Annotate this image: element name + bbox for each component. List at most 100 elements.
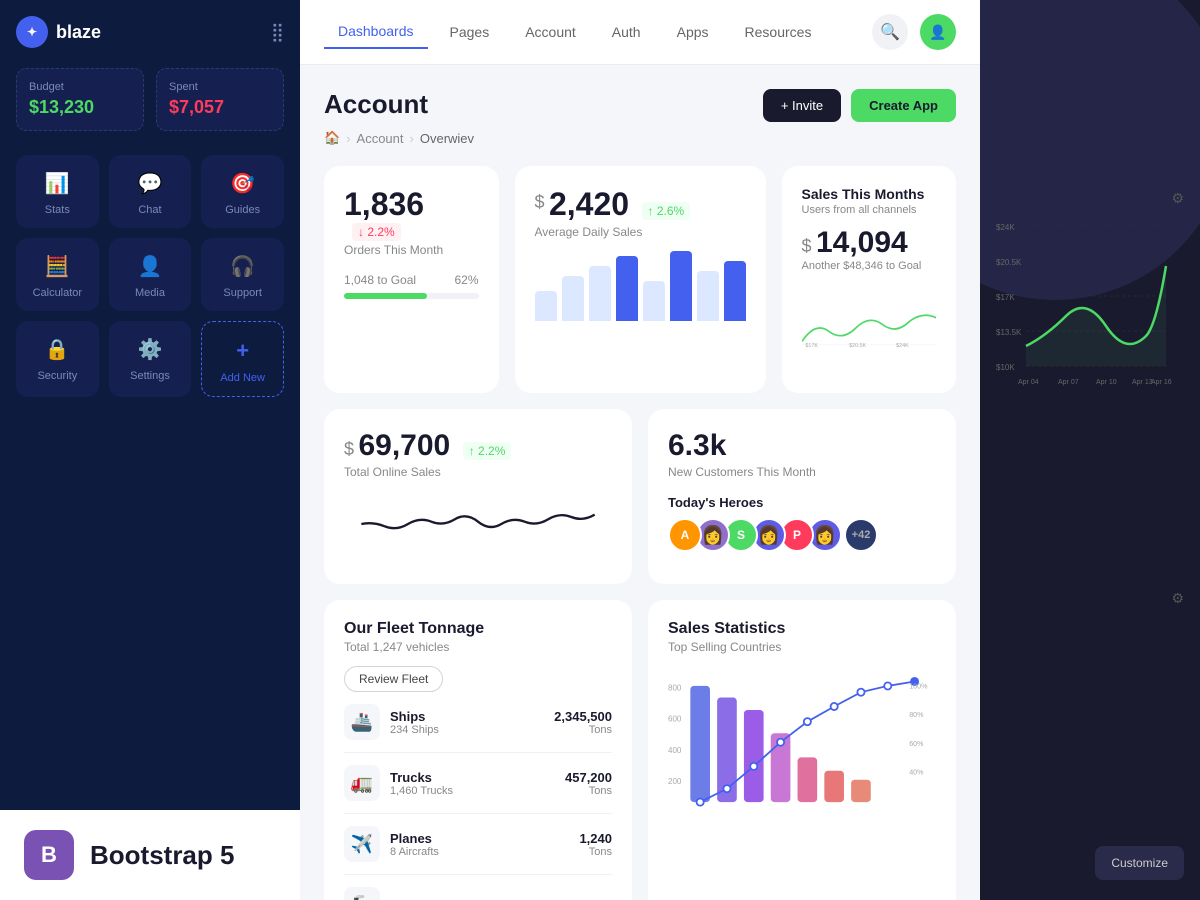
fleet-trucks: 🚛 Trucks 1,460 Trucks 457,200 Tons [344, 753, 612, 814]
user-avatar[interactable]: 👤 [920, 14, 956, 50]
nav-resources[interactable]: Resources [731, 16, 826, 48]
online-sales-value: 69,700 [358, 429, 450, 462]
bar-8 [724, 261, 746, 321]
sales-stats-sub: Top Selling Countries [668, 640, 936, 654]
heroes-section: Today's Heroes A 👩 S 👩 P 👩 +42 [668, 495, 936, 552]
right-panel-settings-2[interactable]: ⚙ [1171, 590, 1184, 607]
ships-info: Ships 234 Ships [390, 709, 554, 736]
bootstrap-letter: B [41, 842, 57, 868]
breadcrumb-current: Overwiev [420, 131, 474, 146]
calculator-icon: 🧮 [45, 254, 70, 279]
daily-sales-value: 2,420 [549, 186, 629, 222]
fleet-sub: Total 1,247 vehicles [344, 640, 612, 654]
sidebar-item-chat[interactable]: 💬 Chat [109, 155, 192, 228]
sales-stats-card: Sales Statistics Top Selling Countries 8… [648, 600, 956, 900]
daily-sales-prefix: $ [535, 192, 545, 213]
budget-row: Budget $13,230 Spent $7,057 [16, 68, 284, 131]
fleet-card: Our Fleet Tonnage Total 1,247 vehicles R… [324, 600, 632, 900]
svg-text:60%: 60% [909, 740, 924, 748]
nav-auth[interactable]: Auth [598, 16, 655, 48]
sales-stats-chart: 800 600 400 200 [668, 664, 936, 824]
bootstrap-text: Bootstrap 5 [90, 840, 234, 871]
chat-icon: 💬 [138, 171, 163, 196]
sales-month-goal: Another $48,346 to Goal [802, 260, 937, 272]
settings-icon: ⚙️ [138, 337, 163, 362]
logo: ✦ blaze [16, 16, 101, 48]
customize-button[interactable]: Customize [1095, 846, 1184, 880]
calculator-label: Calculator [33, 287, 83, 299]
sidebar-item-settings[interactable]: ⚙️ Settings [109, 321, 192, 397]
online-sales-label: Total Online Sales [344, 465, 612, 479]
nav-grid: 📊 Stats 💬 Chat 🎯 Guides 🧮 Calculator 👤 M… [16, 155, 284, 397]
svg-text:$10K: $10K [996, 363, 1015, 372]
svg-text:800: 800 [668, 683, 682, 692]
menu-icon[interactable]: ⣿ [271, 22, 284, 43]
nav-apps[interactable]: Apps [663, 16, 723, 48]
svg-text:Apr 10: Apr 10 [1096, 379, 1117, 386]
planes-num: 1,240 [579, 831, 612, 846]
trucks-value: 457,200 Tons [565, 770, 612, 797]
sales-month-value: 14,094 [816, 226, 908, 259]
main-content: Dashboards Pages Account Auth Apps Resou… [300, 0, 980, 900]
sidebar-item-guides[interactable]: 🎯 Guides [201, 155, 284, 228]
breadcrumb-account: Account [357, 131, 404, 146]
invite-button[interactable]: + Invite [763, 89, 841, 122]
svg-text:100%: 100% [909, 683, 928, 691]
right-chart-container: $24K $20.5K $17K $13.5K $10K Apr 04 Apr … [980, 200, 1200, 900]
nav-pages[interactable]: Pages [436, 16, 504, 48]
right-panel-chart: $24K $20.5K $17K $13.5K $10K Apr 04 Apr … [996, 216, 1176, 416]
svg-text:200: 200 [668, 777, 682, 786]
fleet-trains: 🚂 Trains 804,300 [344, 875, 612, 900]
nav-account[interactable]: Account [511, 16, 590, 48]
bar-4 [616, 256, 638, 321]
sidebar-item-calculator[interactable]: 🧮 Calculator [16, 238, 99, 311]
search-button[interactable]: 🔍 [872, 14, 908, 50]
right-panel: $24K $20.5K $17K $13.5K $10K Apr 04 Apr … [980, 0, 1200, 900]
sidebar-item-media[interactable]: 👤 Media [109, 238, 192, 311]
budget-value: $13,230 [29, 97, 131, 118]
bar-5 [643, 281, 665, 321]
topnav-right: 🔍 👤 [872, 14, 956, 50]
bottom-grid: Our Fleet Tonnage Total 1,247 vehicles R… [324, 600, 956, 900]
ships-icon: 🚢 [344, 704, 380, 740]
trains-icon: 🚂 [344, 887, 380, 900]
nav-dashboards[interactable]: Dashboards [324, 15, 428, 49]
media-icon: 👤 [138, 254, 163, 279]
bar-7 [697, 271, 719, 321]
budget-label: Budget [29, 81, 131, 93]
right-panel-settings-1[interactable]: ⚙ [1171, 190, 1184, 207]
sidebar-item-support[interactable]: 🎧 Support [201, 238, 284, 311]
svg-text:$20.5K: $20.5K [849, 343, 866, 349]
page-actions: + Invite Create App [763, 89, 956, 122]
goal-text: 1,048 to Goal [344, 273, 416, 287]
bootstrap-icon: B [24, 830, 74, 880]
stats-row-1: 1,836 ↓ 2.2% Orders This Month 1,048 to … [324, 166, 956, 393]
goal-pct: 62% [454, 273, 478, 287]
trucks-sub: 1,460 Trucks [390, 785, 565, 797]
bar-2 [562, 276, 584, 321]
daily-sales-label: Average Daily Sales [535, 225, 746, 239]
bar-6 [670, 251, 692, 321]
bootstrap-badge: B Bootstrap 5 [0, 810, 300, 900]
sidebar-item-add-new[interactable]: + Add New [201, 321, 284, 397]
top-navigation: Dashboards Pages Account Auth Apps Resou… [300, 0, 980, 65]
sidebar: ✦ blaze ⣿ Budget $13,230 Spent $7,057 📊 … [0, 0, 300, 900]
sidebar-item-security[interactable]: 🔒 Security [16, 321, 99, 397]
create-app-button[interactable]: Create App [851, 89, 956, 122]
orders-number: 1,836 ↓ 2.2% [344, 186, 479, 241]
svg-text:400: 400 [668, 746, 682, 755]
ships-value: 2,345,500 Tons [554, 709, 612, 736]
media-label: Media [135, 287, 165, 299]
review-fleet-button[interactable]: Review Fleet [344, 666, 443, 692]
stats-icon: 📊 [45, 171, 70, 196]
page-header: Account + Invite Create App [324, 89, 956, 122]
sidebar-item-stats[interactable]: 📊 Stats [16, 155, 99, 228]
sales-month-card: Sales This Months Users from all channel… [782, 166, 957, 393]
guides-icon: 🎯 [230, 171, 255, 196]
page-content: Account + Invite Create App 🏠 › Account … [300, 65, 980, 900]
heroes-title: Today's Heroes [668, 495, 936, 510]
trucks-name: Trucks [390, 770, 565, 785]
daily-sales-chart [535, 251, 746, 321]
svg-text:Apr 13: Apr 13 [1132, 379, 1153, 386]
fleet-list: 🚢 Ships 234 Ships 2,345,500 Tons 🚛 [344, 692, 612, 900]
